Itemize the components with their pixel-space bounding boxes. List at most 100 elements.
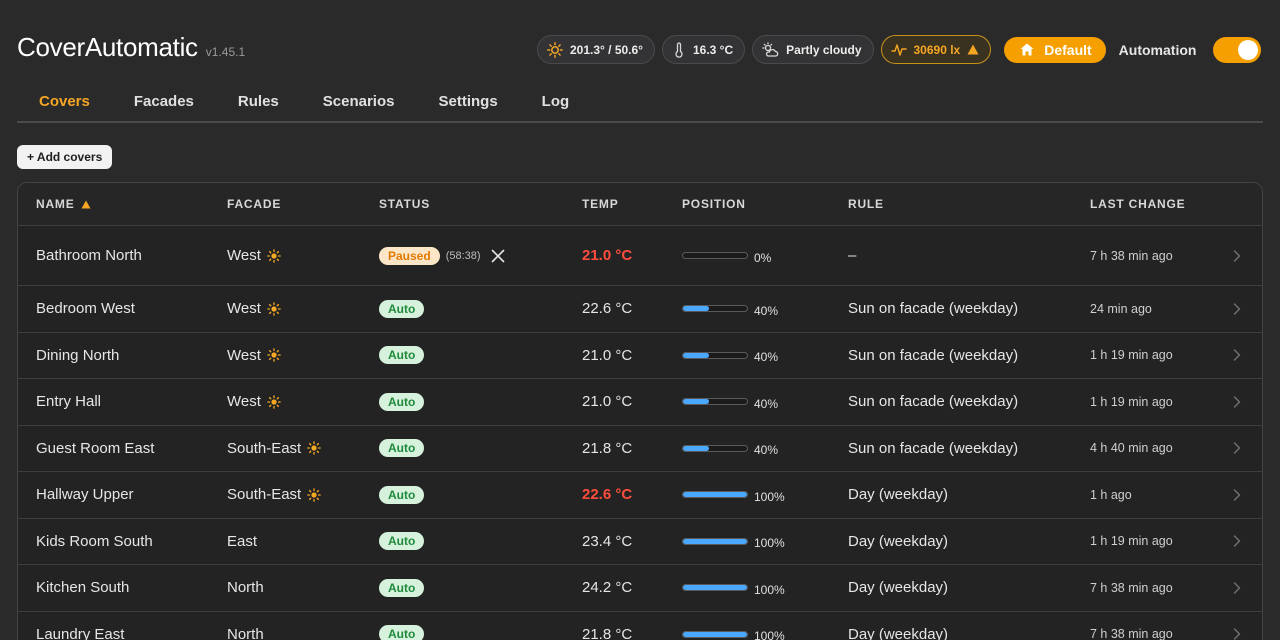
cover-last-change: 24 min ago	[1090, 301, 1152, 316]
chevron-right-icon[interactable]	[1233, 349, 1241, 361]
column-header-last-change[interactable]: LAST CHANGE	[1090, 197, 1185, 211]
toggle-knob	[1238, 39, 1259, 60]
position-bar	[682, 537, 748, 545]
cover-position: 40%	[682, 302, 778, 318]
cover-position: 100%	[682, 627, 785, 640]
table-row[interactable]: Guest Room East South-East Auto 21.8 °C 40% S…	[18, 426, 1262, 472]
cover-position: 40%	[682, 441, 779, 458]
cover-facade: South-East	[227, 486, 321, 503]
add-covers-button[interactable]: + Add covers	[17, 145, 113, 169]
chevron-right-icon[interactable]	[1233, 628, 1241, 640]
mode-default-button[interactable]: Default	[1004, 36, 1106, 63]
status-badge: Auto	[379, 485, 425, 504]
row-chevron[interactable]	[1233, 582, 1241, 594]
weather-value: Partly cloudy	[786, 42, 862, 57]
position-bar-fill	[683, 538, 747, 544]
row-chevron[interactable]	[1233, 396, 1241, 408]
cover-facade: South-East	[227, 440, 321, 457]
tab-facades[interactable]: Facades	[112, 82, 216, 121]
temperature-value: 16.3 °C	[692, 42, 734, 57]
tab-settings[interactable]: Settings	[416, 82, 519, 121]
column-header-temp[interactable]: TEMP	[582, 197, 619, 211]
cover-temperature: 23.4 °C	[582, 532, 633, 550]
chevron-right-icon[interactable]	[1233, 249, 1241, 262]
table-row[interactable]: Kids Room South East Auto 23.4 °C 100% Day (w…	[18, 519, 1262, 565]
table-row[interactable]: Kitchen South North Auto 24.2 °C 100% Day (we…	[18, 565, 1262, 612]
chevron-right-icon[interactable]	[1233, 535, 1241, 547]
app-header: CoverAutomatic v1.45.1	[17, 32, 245, 63]
position-bar	[682, 398, 748, 406]
table-row[interactable]: Bedroom West West Auto 22.6 °C 40% Sun on fac…	[18, 286, 1262, 333]
chevron-right-icon[interactable]	[1233, 582, 1241, 594]
cover-temperature: 22.6 °C	[582, 300, 633, 318]
cover-name: Guest Room East	[36, 439, 155, 457]
column-header-facade[interactable]: FACADE	[227, 197, 281, 211]
tab-scenarios[interactable]: Scenarios	[301, 82, 417, 121]
row-chevron[interactable]	[1233, 535, 1241, 547]
position-percent: 40%	[754, 396, 779, 411]
row-chevron[interactable]	[1233, 489, 1241, 501]
chevron-right-icon[interactable]	[1233, 303, 1241, 315]
position-bar-fill	[683, 631, 747, 637]
table-row[interactable]: Laundry East North Auto 21.8 °C 100% Day (wee…	[18, 612, 1262, 640]
sun-position-chip[interactable]: 201.3° / 50.6°	[537, 35, 655, 64]
temperature-chip[interactable]: 16.3 °C	[661, 35, 746, 64]
cover-facade: North	[227, 625, 264, 640]
main-tabs: Covers Facades Rules Scenarios Settings …	[17, 82, 1263, 123]
chevron-right-icon[interactable]	[1233, 442, 1241, 454]
table-row[interactable]: Hallway Upper South-East Auto 22.6 °C 100% Da…	[18, 472, 1262, 519]
position-bar	[682, 351, 748, 359]
column-header-rule[interactable]: RULE	[848, 197, 884, 211]
table-row[interactable]: Dining North West Auto 21.0 °C 40% Sun on fac…	[18, 333, 1262, 379]
row-chevron[interactable]	[1233, 349, 1241, 361]
column-header-status[interactable]: STATUS	[379, 197, 430, 211]
position-bar	[682, 491, 748, 499]
position-bar	[682, 630, 748, 638]
row-chevron[interactable]	[1233, 249, 1241, 262]
cover-last-change: 1 h 19 min ago	[1090, 534, 1173, 549]
cover-position: 0%	[682, 249, 772, 265]
cover-temperature: 21.0 °C	[582, 247, 633, 264]
cover-facade: West	[227, 393, 281, 410]
table-row[interactable]: Entry Hall West Auto 21.0 °C 40% Sun on facad…	[18, 379, 1262, 426]
cover-name: Entry Hall	[36, 393, 102, 411]
cover-temperature: 21.0 °C	[582, 346, 633, 364]
tab-rules[interactable]: Rules	[216, 82, 301, 121]
table-row[interactable]: Bathroom North West Paused (58:38) 21.0 °C 0%…	[18, 226, 1262, 286]
cover-last-change: 1 h ago	[1090, 487, 1132, 502]
thermometer-icon	[675, 41, 683, 58]
position-bar-fill	[683, 585, 747, 591]
tab-covers[interactable]: Covers	[17, 82, 112, 121]
column-header-name[interactable]: NAME	[36, 197, 91, 211]
app-title: CoverAutomatic	[17, 32, 198, 62]
chevron-right-icon[interactable]	[1233, 396, 1241, 408]
position-percent: 0%	[754, 250, 772, 265]
cover-status: Auto	[379, 439, 425, 458]
status-badge: Auto	[379, 346, 425, 365]
cover-last-change: 4 h 40 min ago	[1090, 441, 1173, 456]
lux-chip[interactable]: 30690 lx	[880, 35, 992, 64]
row-chevron[interactable]	[1233, 442, 1241, 454]
cover-status: Paused (58:38)	[379, 246, 505, 265]
cover-name: Bathroom North	[36, 247, 142, 264]
tab-log[interactable]: Log	[520, 82, 592, 121]
cover-status: Auto	[379, 299, 425, 318]
chevron-right-icon[interactable]	[1233, 489, 1241, 501]
status-badge: Auto	[379, 299, 425, 318]
close-icon[interactable]	[491, 249, 505, 263]
position-percent: 100%	[754, 629, 785, 640]
automation-toggle[interactable]	[1213, 36, 1262, 63]
row-chevron[interactable]	[1233, 628, 1241, 640]
position-bar-fill	[683, 306, 709, 312]
cover-position: 40%	[682, 395, 779, 411]
position-percent: 40%	[754, 443, 779, 458]
weather-chip[interactable]: Partly cloudy	[752, 35, 874, 64]
cover-rule: Day (weekday)	[848, 625, 949, 640]
column-header-position[interactable]: POSITION	[682, 197, 746, 211]
sun-icon	[267, 394, 281, 409]
row-chevron[interactable]	[1233, 303, 1241, 315]
cover-rule: Day (weekday)	[848, 486, 949, 504]
status-badge: Paused	[379, 246, 440, 265]
cover-rule: Sun on facade (weekday)	[848, 393, 1019, 411]
cover-status: Auto	[379, 625, 425, 640]
